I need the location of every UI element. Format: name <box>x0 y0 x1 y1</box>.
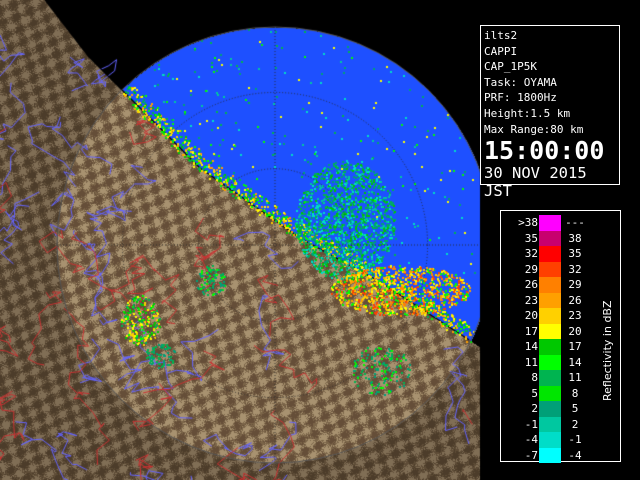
max-range-label: Max Range:80 km <box>484 122 584 136</box>
legend-upper-bound: -1 <box>568 433 582 446</box>
legend-swatch <box>539 354 561 370</box>
legend-lower-bound: -4 <box>524 433 538 446</box>
legend-upper-bound: 11 <box>568 371 582 384</box>
product-type: CAPPI <box>484 44 518 58</box>
legend-row: 29 32 <box>501 261 620 277</box>
legend-swatch <box>539 416 561 432</box>
legend-swatch <box>539 447 561 463</box>
legend-upper-bound: -4 <box>568 448 582 462</box>
legend-upper-bound: --- <box>565 216 585 229</box>
legend-upper-bound: 20 <box>568 324 582 338</box>
prf-label: PRF: 1800Hz <box>484 91 557 105</box>
legend-lower-bound: 32 <box>524 247 538 260</box>
legend-lower-bound: 23 <box>524 293 538 307</box>
legend-upper-bound: 17 <box>568 340 582 353</box>
legend-lower-bound: 26 <box>524 278 538 291</box>
legend-swatch <box>539 323 561 339</box>
legend-row: -1 2 <box>501 416 620 432</box>
legend-swatch <box>539 215 561 231</box>
date-label: 30 NOV 2015 JST <box>484 164 587 201</box>
legend-lower-bound: 8 <box>531 371 538 384</box>
legend-upper-bound: 5 <box>571 402 579 415</box>
legend-row: 25 <box>501 401 620 417</box>
legend-upper-bound: 23 <box>568 309 582 322</box>
legend-lower-bound: 14 <box>524 340 538 353</box>
info-panel: ilts2 CAPPI CAP_1P5K Task: OYAMA PRF: 18… <box>480 25 620 200</box>
legend-upper-bound: 14 <box>568 355 582 369</box>
legend-swatch <box>539 246 561 262</box>
legend-upper-bound: 26 <box>568 293 582 307</box>
legend-swatch <box>539 432 561 448</box>
legend-row: 26 29 <box>501 277 620 293</box>
task-label: Task: OYAMA <box>484 75 557 89</box>
legend-lower-bound: 35 <box>524 231 538 245</box>
legend-lower-bound: -1 <box>524 417 538 431</box>
legend-swatch <box>539 401 561 417</box>
legend-lower-bound: -7 <box>524 448 538 462</box>
legend-swatch <box>539 261 561 277</box>
legend-swatch <box>539 385 561 401</box>
legend-lower-bound: 5 <box>531 386 538 400</box>
time-label: 15:00:00 <box>484 136 605 166</box>
legend-lower-bound: 17 <box>524 324 538 338</box>
legend-row: 32 35 <box>501 246 620 262</box>
legend-upper-bound: 38 <box>568 231 582 245</box>
legend-swatch <box>539 308 561 324</box>
legend-lower-bound: >38 <box>518 216 538 229</box>
legend-row: >38 --- <box>501 215 620 231</box>
legend-upper-bound: 8 <box>571 386 579 400</box>
scan-name: CAP_1P5K <box>484 60 537 74</box>
legend-upper-bound: 29 <box>568 278 582 291</box>
legend-swatch <box>539 292 561 308</box>
legend-lower-bound: 11 <box>524 355 538 369</box>
legend-upper-bound: 35 <box>568 247 582 260</box>
legend-swatch <box>539 339 561 355</box>
legend-swatch <box>539 277 561 293</box>
height-label: Height:1.5 km <box>484 106 571 120</box>
legend-row: 35 38 <box>501 230 620 246</box>
legend-lower-bound: 20 <box>524 309 538 322</box>
legend-lower-bound: 2 <box>531 402 538 415</box>
legend-title: Reflectivity in dBZ <box>601 300 614 401</box>
legend-row: -7 -4 <box>501 447 620 463</box>
color-legend: >38 --- 35 38 32 35 29 32 26 29 23 26 20 23 17 20 14 17 11… <box>500 210 621 463</box>
legend-row: -4 -1 <box>501 432 620 448</box>
legend-swatch <box>539 230 561 246</box>
legend-upper-bound: 32 <box>568 262 582 276</box>
product-name: ilts2 <box>484 29 518 42</box>
legend-upper-bound: 2 <box>571 417 579 431</box>
legend-swatch <box>539 370 561 386</box>
legend-lower-bound: 29 <box>524 262 538 276</box>
